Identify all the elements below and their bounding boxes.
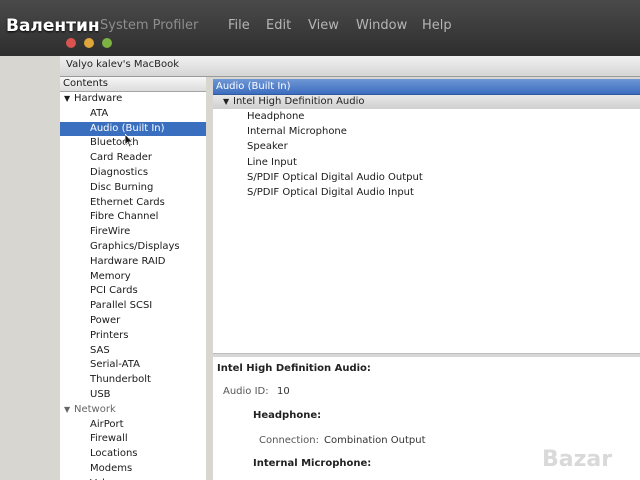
sidebar-item-serial-ata[interactable]: Serial-ATA — [60, 358, 206, 373]
sidebar-item-label: Modems — [90, 462, 133, 474]
app-menu[interactable]: System Profiler — [100, 18, 198, 33]
minimize-button[interactable] — [84, 38, 94, 48]
sidebar-group-label: Network — [74, 403, 116, 415]
headphone-label: Headphone: — [253, 410, 322, 421]
menu-edit[interactable]: Edit — [266, 18, 291, 33]
sidebar-item-label: SAS — [90, 344, 110, 356]
poster-name: Валентин — [6, 16, 100, 36]
sidebar-item-graphics-displays[interactable]: Graphics/Displays — [60, 240, 206, 255]
disclosure-triangle-icon[interactable]: ▼ — [64, 92, 74, 107]
sidebar-group-hardware[interactable]: ▼ Hardware — [60, 92, 206, 107]
sidebar-item-printers[interactable]: Printers — [60, 329, 206, 344]
detail-title: Intel High Definition Audio: — [217, 363, 371, 374]
sidebar-item-airport[interactable]: AirPort — [60, 418, 206, 433]
audio-device-item[interactable]: Speaker — [213, 139, 640, 154]
sidebar-item-label: Serial-ATA — [90, 359, 140, 371]
detail-pane: Audio (Built In) ▼ Intel High Definition … — [213, 79, 640, 480]
sidebar-item-label: Card Reader — [90, 152, 152, 164]
sidebar-item-label: USB — [90, 388, 111, 400]
contents-sidebar[interactable]: Contents ▼ Hardware ATA Audio (Built In) Bl… — [60, 77, 207, 480]
menu-file[interactable]: File — [228, 18, 250, 33]
sidebar-item-label: PCI Cards — [90, 285, 138, 297]
pane-splitter[interactable] — [213, 353, 640, 357]
sidebar-item-bluetooth[interactable]: Bluetooth — [60, 136, 206, 151]
sidebar-item-firewall[interactable]: Firewall — [60, 432, 206, 447]
sidebar-item-label: Firewall — [90, 433, 128, 445]
sidebar-item-locations[interactable]: Locations — [60, 447, 206, 462]
sidebar-item-label: Memory — [90, 270, 131, 282]
sidebar-item-label: Disc Burning — [90, 181, 154, 193]
audio-id-label: Audio ID: — [223, 386, 269, 397]
audio-device-item[interactable]: Headphone — [213, 109, 640, 124]
split-divider[interactable] — [206, 77, 213, 480]
sidebar-item-label: Audio (Built In) — [90, 122, 165, 134]
sidebar-item-memory[interactable]: Memory — [60, 270, 206, 285]
menu-bar: Валентин System Profiler File Edit View … — [0, 0, 640, 56]
sidebar-item-thunderbolt[interactable]: Thunderbolt — [60, 373, 206, 388]
contents-header[interactable]: Contents — [60, 77, 206, 92]
connection-value: Combination Output — [324, 435, 426, 446]
sidebar-item-label: Parallel SCSI — [90, 300, 153, 312]
sidebar-item-sas[interactable]: SAS — [60, 344, 206, 359]
sidebar-item-label: Fibre Channel — [90, 211, 159, 223]
sidebar-item-label: Diagnostics — [90, 166, 149, 178]
disclosure-triangle-icon[interactable]: ▼ — [64, 403, 74, 418]
sidebar-item-label: Locations — [90, 448, 138, 460]
audio-device-item[interactable]: S/PDIF Optical Digital Audio Output — [213, 170, 640, 185]
connection-label: Connection: — [259, 435, 319, 446]
sidebar-item-ata[interactable]: ATA — [60, 107, 206, 122]
sidebar-item-label: Hardware RAID — [90, 255, 166, 267]
menu-help[interactable]: Help — [422, 18, 452, 33]
sidebar-item-label: FireWire — [90, 226, 131, 238]
sidebar-item-pci-cards[interactable]: PCI Cards — [60, 284, 206, 299]
sidebar-item-diagnostics[interactable]: Diagnostics — [60, 166, 206, 181]
audio-device-item[interactable]: Internal Microphone — [213, 124, 640, 139]
menu-window[interactable]: Window — [356, 18, 407, 33]
audio-device-item[interactable]: Line Input — [213, 155, 640, 170]
sidebar-item-firewire[interactable]: FireWire — [60, 225, 206, 240]
sidebar-item-label: Graphics/Displays — [90, 240, 180, 252]
sidebar-item-power[interactable]: Power — [60, 314, 206, 329]
sidebar-item-label: AirPort — [90, 418, 124, 430]
sidebar-group-label: Hardware — [74, 93, 123, 104]
sidebar-item-modems[interactable]: Modems — [60, 462, 206, 477]
sidebar-item-fibre-channel[interactable]: Fibre Channel — [60, 210, 206, 225]
sidebar-item-card-reader[interactable]: Card Reader — [60, 151, 206, 166]
audio-id-value: 10 — [277, 386, 290, 397]
sidebar-item-label: Printers — [90, 329, 129, 341]
sidebar-item-label: Thunderbolt — [90, 374, 151, 386]
network-list: AirPortFirewallLocationsModemsVolumes — [60, 418, 206, 480]
window-title: Valyo kalev's MacBook — [66, 59, 180, 70]
window-titlebar: Valyo kalev's MacBook — [60, 56, 640, 77]
sidebar-item-label: Power — [90, 314, 121, 326]
sidebar-item-disc-burning[interactable]: Disc Burning — [60, 181, 206, 196]
bazar-watermark: Bazar — [542, 447, 612, 472]
sidebar-item-label: Ethernet Cards — [90, 196, 165, 208]
menu-view[interactable]: View — [308, 18, 339, 33]
sidebar-group-network[interactable]: ▼ Network — [60, 403, 206, 418]
sidebar-item-label: ATA — [90, 107, 109, 119]
audio-device-item[interactable]: S/PDIF Optical Digital Audio Input — [213, 185, 640, 200]
pane-header[interactable]: Audio (Built In) — [213, 79, 640, 95]
sidebar-item-parallel-scsi[interactable]: Parallel SCSI — [60, 299, 206, 314]
device-row[interactable]: ▼ Intel High Definition Audio — [213, 95, 640, 109]
device-name: Intel High Definition Audio — [233, 96, 365, 107]
sidebar-item-ethernet-cards[interactable]: Ethernet Cards — [60, 196, 206, 211]
microphone-label: Internal Microphone: — [253, 458, 372, 469]
mouse-cursor-icon — [125, 134, 133, 148]
sidebar-item-usb[interactable]: USB — [60, 388, 206, 403]
zoom-button[interactable] — [102, 38, 112, 48]
sidebar-item-hardware-raid[interactable]: Hardware RAID — [60, 255, 206, 270]
sidebar-item-audio-built-in[interactable]: Audio (Built In) — [60, 121, 206, 137]
watermark-text: Bazar — [542, 447, 612, 472]
close-button[interactable] — [66, 38, 76, 48]
hardware-list: ATA Audio (Built In) Bluetooth Card Reader D… — [60, 107, 206, 403]
device-list: Headphone Internal Microphone Speaker Line … — [213, 109, 640, 200]
disclosure-triangle-icon[interactable]: ▼ — [223, 95, 233, 109]
